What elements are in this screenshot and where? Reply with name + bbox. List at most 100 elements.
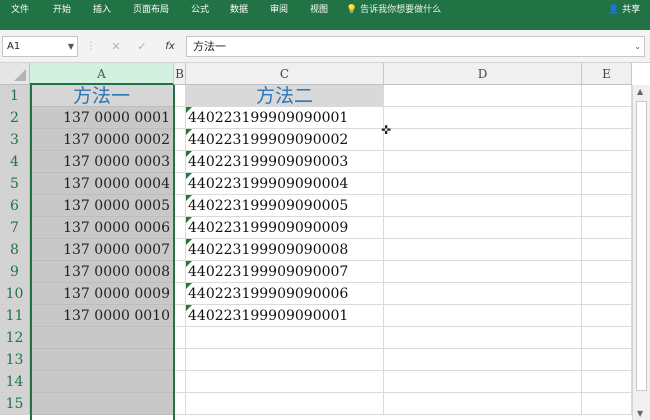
cell-d[interactable] (384, 349, 582, 371)
error-indicator-icon[interactable] (186, 151, 192, 157)
insert-function-icon[interactable]: fx (160, 36, 180, 57)
row-header[interactable]: 14 (0, 371, 30, 393)
cell-c-empty[interactable] (186, 371, 384, 393)
cell-d[interactable] (384, 283, 582, 305)
cell-phone[interactable]: 137 0000 0009 (30, 283, 174, 305)
cell-c-empty[interactable] (186, 327, 384, 349)
cell-id[interactable]: 440223199909090003 (186, 151, 384, 173)
resize-dots-icon[interactable]: ⋮ (86, 36, 96, 57)
cell-phone[interactable]: 137 0000 0004 (30, 173, 174, 195)
select-all-button[interactable] (0, 63, 30, 85)
enter-icon[interactable]: ✓ (132, 36, 152, 57)
cell-c1[interactable]: 方法二 (186, 85, 384, 107)
row-header[interactable]: 10 (0, 283, 30, 305)
row-header[interactable]: 13 (0, 349, 30, 371)
cell-b[interactable] (174, 195, 186, 217)
error-indicator-icon[interactable] (186, 305, 192, 311)
cell-c-empty[interactable] (186, 349, 384, 371)
tab-view[interactable]: 视图 (310, 0, 328, 20)
cell-b[interactable] (174, 85, 186, 107)
cell-b[interactable] (174, 107, 186, 129)
cell-d[interactable] (384, 107, 582, 129)
cell-phone[interactable]: 137 0000 0006 (30, 217, 174, 239)
name-box[interactable]: A1 ▼ (2, 36, 78, 57)
scroll-down-icon[interactable]: ▼ (637, 409, 643, 418)
cell-d[interactable] (384, 217, 582, 239)
cell-e[interactable] (582, 371, 632, 393)
cell-b[interactable] (174, 151, 186, 173)
cell-e[interactable] (582, 283, 632, 305)
cell-e[interactable] (582, 217, 632, 239)
cell-id[interactable]: 440223199909090008 (186, 239, 384, 261)
cell-phone[interactable]: 137 0000 0002 (30, 129, 174, 151)
row-header[interactable]: 6 (0, 195, 30, 217)
cell-d[interactable] (384, 371, 582, 393)
cell-id[interactable]: 440223199909090001 (186, 305, 384, 327)
cell-e[interactable] (582, 129, 632, 151)
worksheet-grid[interactable]: A B C D E 1 方法一 方法二 2 137 0000 0001 440223199… (0, 63, 650, 420)
vertical-scrollbar[interactable]: ▲ ▼ (632, 85, 650, 420)
tab-review[interactable]: 审阅 (270, 0, 288, 20)
cell-b[interactable] (174, 305, 186, 327)
cell-a-empty[interactable] (30, 349, 174, 371)
error-indicator-icon[interactable] (186, 239, 192, 245)
cell-b[interactable] (174, 349, 186, 371)
cell-d[interactable] (384, 195, 582, 217)
cell-e[interactable] (582, 327, 632, 349)
cell-id[interactable]: 440223199909090001 (186, 107, 384, 129)
tab-home[interactable]: 开始 (53, 0, 71, 20)
cell-id[interactable]: 440223199909090006 (186, 283, 384, 305)
cell-id[interactable]: 440223199909090005 (186, 195, 384, 217)
cell-e[interactable] (582, 107, 632, 129)
cell-a1[interactable]: 方法一 (30, 85, 174, 107)
cell-b[interactable] (174, 371, 186, 393)
cell-b[interactable] (174, 217, 186, 239)
column-header-b[interactable]: B (174, 63, 186, 85)
tab-data[interactable]: 数据 (230, 0, 248, 20)
share-button[interactable]: 👤 共享 (608, 0, 640, 20)
error-indicator-icon[interactable] (186, 217, 192, 223)
error-indicator-icon[interactable] (186, 107, 192, 113)
row-header[interactable]: 1 (0, 85, 30, 107)
cell-e[interactable] (582, 239, 632, 261)
cell-b[interactable] (174, 261, 186, 283)
cell-e[interactable] (582, 85, 632, 107)
row-header[interactable]: 11 (0, 305, 30, 327)
chevron-down-icon[interactable]: ▼ (68, 37, 74, 56)
cell-phone[interactable]: 137 0000 0001 (30, 107, 174, 129)
cell-d[interactable] (384, 327, 582, 349)
row-header[interactable]: 2 (0, 107, 30, 129)
cell-a-empty[interactable] (30, 371, 174, 393)
cell-d[interactable] (384, 305, 582, 327)
cell-phone[interactable]: 137 0000 0007 (30, 239, 174, 261)
cell-id[interactable]: 440223199909090007 (186, 261, 384, 283)
tab-insert[interactable]: 插入 (93, 0, 111, 20)
column-header-a[interactable]: A (30, 63, 174, 85)
cell-d[interactable] (384, 129, 582, 151)
cell-e[interactable] (582, 305, 632, 327)
column-header-c[interactable]: C (186, 63, 384, 85)
row-header[interactable]: 8 (0, 239, 30, 261)
tab-file[interactable]: 文件 (11, 0, 29, 20)
cell-c-empty[interactable] (186, 393, 384, 415)
cell-phone[interactable]: 137 0000 0010 (30, 305, 174, 327)
cell-b[interactable] (174, 283, 186, 305)
cell-b[interactable] (174, 173, 186, 195)
error-indicator-icon[interactable] (186, 261, 192, 267)
cell-b[interactable] (174, 327, 186, 349)
column-header-e[interactable]: E (582, 63, 632, 85)
cell-phone[interactable]: 137 0000 0005 (30, 195, 174, 217)
cancel-icon[interactable]: ✕ (106, 36, 126, 57)
cell-e[interactable] (582, 151, 632, 173)
cell-d[interactable] (384, 393, 582, 415)
cell-d[interactable] (384, 261, 582, 283)
row-header[interactable]: 15 (0, 393, 30, 415)
cell-e[interactable] (582, 195, 632, 217)
column-header-d[interactable]: D (384, 63, 582, 85)
cell-e[interactable] (582, 349, 632, 371)
cell-e[interactable] (582, 173, 632, 195)
row-header[interactable]: 7 (0, 217, 30, 239)
cell-d[interactable] (384, 173, 582, 195)
tab-page-layout[interactable]: 页面布局 (133, 0, 169, 20)
row-header[interactable]: 5 (0, 173, 30, 195)
